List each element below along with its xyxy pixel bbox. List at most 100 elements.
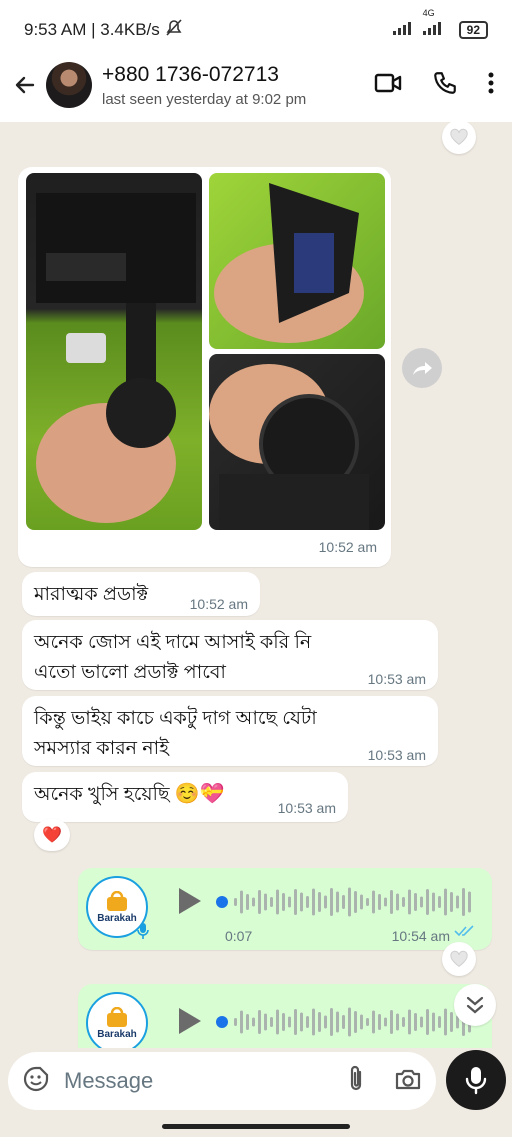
waveform-bar xyxy=(390,890,393,914)
waveform-bar xyxy=(324,1015,327,1029)
reaction-heart-outline[interactable] xyxy=(442,942,476,976)
contact-info[interactable]: +880 1736-072713 last seen yesterday at … xyxy=(102,63,306,108)
more-options-icon[interactable] xyxy=(488,71,494,100)
message-text: মারাত্মক প্রডাক্ট xyxy=(34,584,149,605)
waveform-bar xyxy=(240,1010,243,1034)
waveform-bar xyxy=(282,893,285,911)
photo-album-message[interactable]: 10:52 am xyxy=(18,167,391,567)
play-icon[interactable] xyxy=(176,886,204,921)
home-indicator xyxy=(162,1124,350,1129)
voice-avatar: Barakah xyxy=(86,876,149,939)
waveform-bar xyxy=(324,895,327,909)
waveform-bar xyxy=(252,1017,255,1027)
waveform-bar xyxy=(360,1014,363,1030)
photo-1[interactable] xyxy=(26,173,202,530)
contact-avatar[interactable] xyxy=(46,62,92,108)
waveform-bar xyxy=(420,896,423,908)
waveform-bar xyxy=(294,889,297,915)
waveform-bar xyxy=(438,1016,441,1028)
waveform-bar xyxy=(372,1010,375,1034)
last-seen: last seen yesterday at 9:02 pm xyxy=(102,90,307,108)
waveform-bar xyxy=(342,895,345,909)
waveform-bar xyxy=(468,891,471,913)
message-time: 10:52 am xyxy=(189,596,248,612)
waveform-bar xyxy=(414,1013,417,1031)
waveform-bar xyxy=(414,893,417,911)
waveform-bar xyxy=(444,888,447,916)
waveform-bar xyxy=(294,1009,297,1035)
waveform-bar xyxy=(426,889,429,915)
waveform-bar xyxy=(234,1018,237,1026)
reaction-emoji: ❤️ xyxy=(42,827,62,844)
message-text: কিন্তু ভাইয় কাচে একটু দাগ আছে যেটা সমস্… xyxy=(34,708,317,759)
playback-position-dot[interactable] xyxy=(216,896,228,908)
battery-icon: 92 xyxy=(458,21,488,39)
waveform-bar xyxy=(264,1013,267,1031)
waveform-bar xyxy=(318,892,321,912)
back-arrow-icon[interactable] xyxy=(10,70,40,100)
chat-area[interactable]: 10:52 am মারাত্মক প্রডাক্ট 10:52 am অনেক… xyxy=(0,122,512,1050)
waveform-bar xyxy=(372,890,375,914)
message-bubble-1[interactable]: মারাত্মক প্রডাক্ট 10:52 am xyxy=(22,572,260,616)
voice-waveform[interactable] xyxy=(216,882,472,922)
video-call-icon[interactable] xyxy=(374,72,402,99)
waveform-bar xyxy=(402,897,405,907)
emoji-sticker-icon[interactable] xyxy=(22,1065,50,1098)
voice-avatar: Barakah xyxy=(86,992,148,1050)
waveform-bar xyxy=(276,889,279,915)
waveform-bar xyxy=(246,894,249,910)
waveform-bar xyxy=(396,893,399,911)
attach-icon[interactable] xyxy=(346,1064,366,1099)
waveform-bar xyxy=(330,888,333,916)
waveform-bar xyxy=(426,1009,429,1035)
waveform-bar xyxy=(288,1016,291,1028)
message-bubble-3[interactable]: কিন্তু ভাইয় কাচে একটু দাগ আছে যেটা সমস্… xyxy=(22,696,438,766)
voice-duration: 0:07 xyxy=(225,928,253,944)
waveform-bar xyxy=(420,1016,423,1028)
forward-button[interactable] xyxy=(402,348,442,388)
waveform-bar xyxy=(264,893,267,911)
voice-avatar-label: Barakah xyxy=(97,1028,137,1040)
photo-3[interactable] xyxy=(209,354,385,530)
waveform-bar xyxy=(378,894,381,910)
message-emoji: ☺️💝 xyxy=(174,783,225,805)
voice-record-button[interactable] xyxy=(446,1050,506,1110)
mic-icon xyxy=(465,1067,487,1095)
waveform-bar xyxy=(384,1017,387,1027)
message-bubble-4[interactable]: অনেক খুসি হয়েছি ☺️💝 10:53 am xyxy=(22,772,348,822)
photo-2[interactable] xyxy=(209,173,385,349)
voice-message-1[interactable]: Barakah 0:07 10:54 am xyxy=(78,868,492,950)
voice-avatar-label: Barakah xyxy=(97,912,137,924)
play-icon[interactable] xyxy=(176,1006,204,1041)
message-bubble-2[interactable]: অনেক জোস এই দামে আসাই করি নি এতো ভালো প্… xyxy=(22,620,438,690)
waveform-bar xyxy=(258,890,261,914)
reaction-heart[interactable]: ❤️ xyxy=(34,819,70,851)
album-time: 10:52 am xyxy=(318,539,377,555)
message-time: 10:53 am xyxy=(277,800,336,816)
mic-badge-icon xyxy=(137,923,149,939)
camera-icon[interactable] xyxy=(394,1067,422,1096)
waveform-bar xyxy=(450,892,453,912)
waveform-bar xyxy=(348,1007,351,1037)
waveform-bar xyxy=(288,896,291,908)
message-text: অনেক খুসি হয়েছি xyxy=(34,784,170,805)
waveform-bar xyxy=(330,1008,333,1036)
waveform-bar xyxy=(270,897,273,907)
voice-message-2[interactable]: Barakah xyxy=(78,984,492,1050)
waveform-bar xyxy=(348,887,351,917)
waveform-bar xyxy=(396,1013,399,1031)
waveform-bar xyxy=(270,1017,273,1027)
waveform-bar xyxy=(408,1009,411,1035)
playback-position-dot[interactable] xyxy=(216,1016,228,1028)
voice-call-icon[interactable] xyxy=(432,70,458,101)
waveform-bar xyxy=(252,897,255,907)
voice-waveform[interactable] xyxy=(216,1002,472,1042)
waveform-bar xyxy=(408,889,411,915)
waveform-bar xyxy=(354,1011,357,1033)
waveform-bar xyxy=(450,1012,453,1032)
contact-name: +880 1736-072713 xyxy=(102,62,279,86)
reaction-heart-outline[interactable] xyxy=(442,122,476,154)
scroll-to-bottom-button[interactable] xyxy=(454,984,496,1026)
message-input[interactable] xyxy=(64,1068,304,1094)
read-ticks-icon xyxy=(454,924,476,942)
